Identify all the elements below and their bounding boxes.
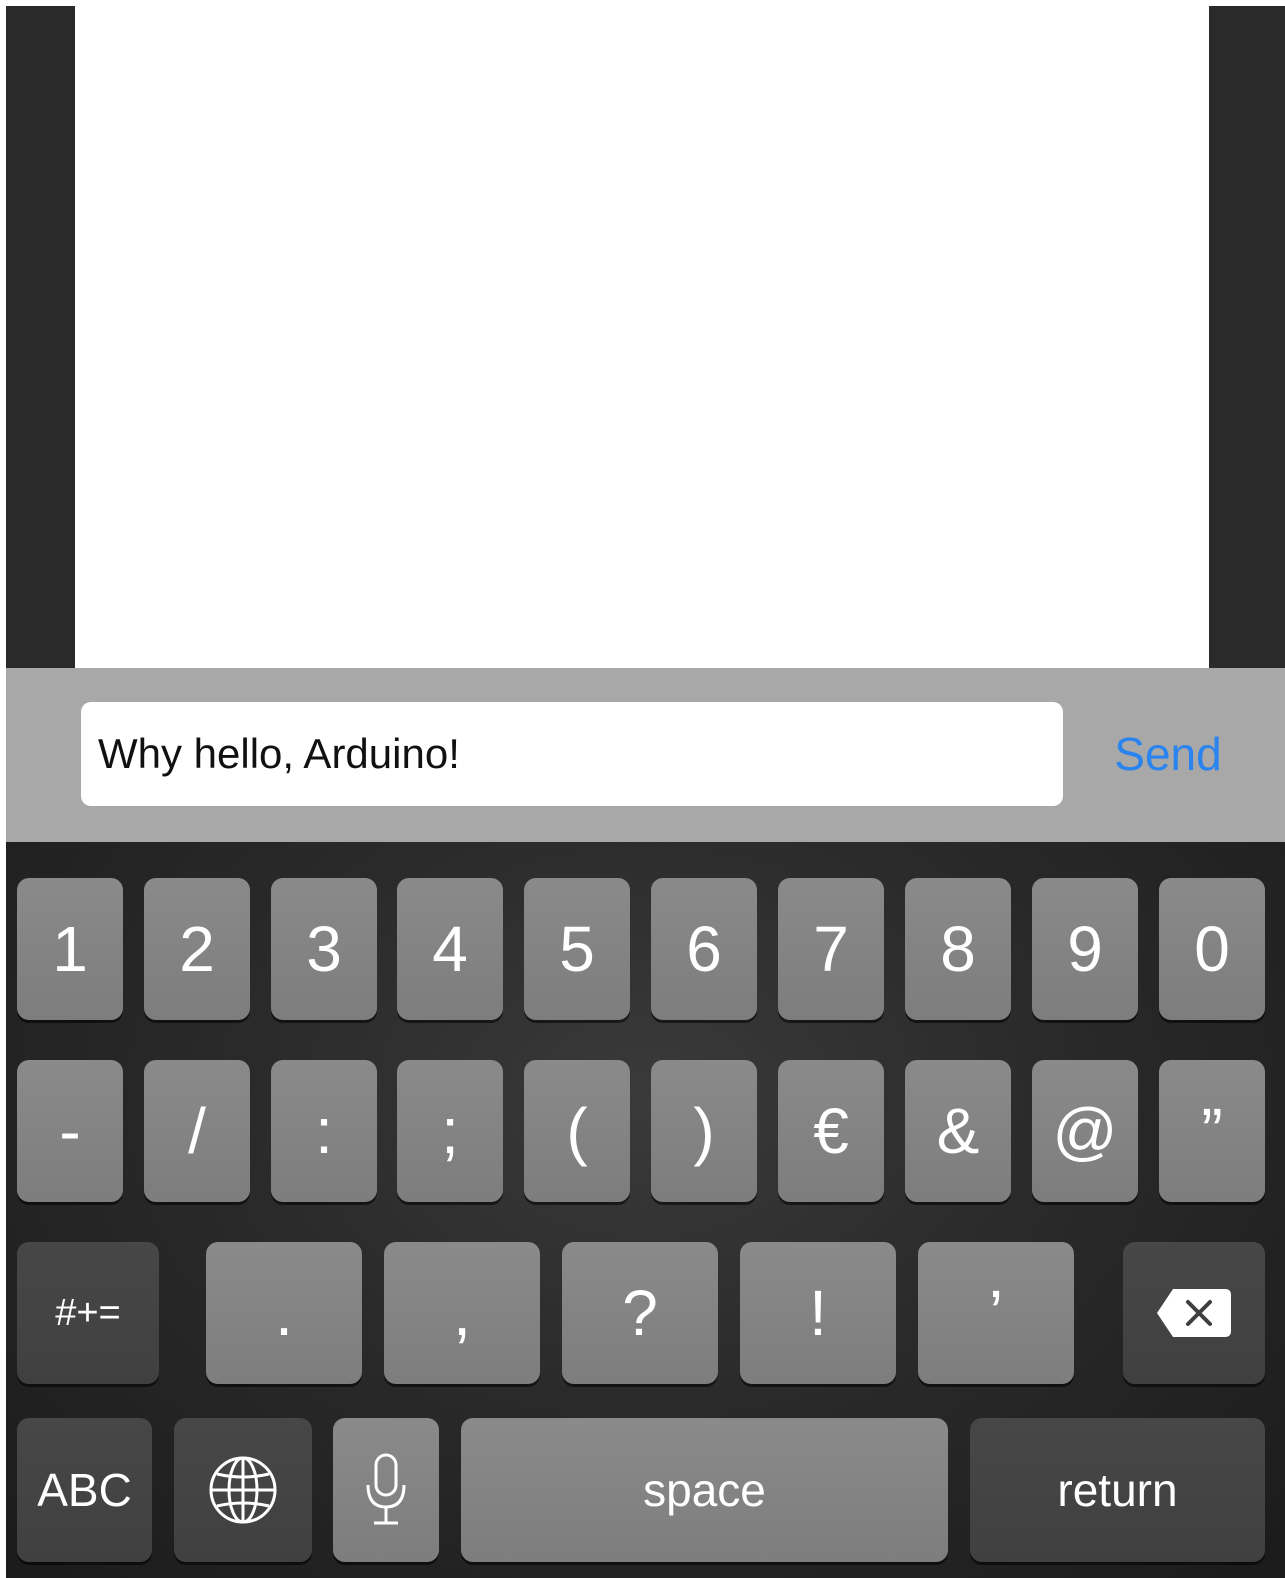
key-label: ’ [988,1277,1004,1349]
message-input-bar: Why hello, Arduino! Send [6,668,1285,842]
key-label: ” [1201,1095,1223,1167]
key-label: 8 [940,913,976,985]
key-3[interactable]: 3 [271,878,377,1020]
key-label: ) [693,1095,715,1167]
key-label: 1 [52,913,88,985]
delete-backspace-icon [1155,1287,1233,1339]
key-8[interactable]: 8 [905,878,1011,1020]
key-close-paren[interactable]: ) [651,1060,757,1202]
key-hyphen[interactable]: - [17,1060,123,1202]
microphone-key[interactable] [333,1418,439,1562]
key-label: 9 [1067,913,1103,985]
key-label: 7 [813,913,849,985]
globe-icon [207,1454,279,1526]
key-label: @ [1052,1095,1118,1167]
microphone-icon [364,1451,408,1529]
key-4[interactable]: 4 [397,878,503,1020]
key-6[interactable]: 6 [651,878,757,1020]
key-label: space [643,1464,766,1516]
key-label: 2 [179,913,215,985]
key-label: - [59,1095,81,1167]
key-5[interactable]: 5 [524,878,630,1020]
key-comma[interactable]: , [384,1242,540,1384]
key-apostrophe[interactable]: ’ [918,1242,1074,1384]
key-exclamation[interactable]: ! [740,1242,896,1384]
key-label: . [275,1277,293,1349]
key-colon[interactable]: : [271,1060,377,1202]
key-label: 3 [306,913,342,985]
key-label: #+= [55,1291,121,1334]
chat-content-area [75,6,1209,668]
key-period[interactable]: . [206,1242,362,1384]
key-0[interactable]: 0 [1159,878,1265,1020]
delete-key[interactable] [1123,1242,1265,1384]
key-9[interactable]: 9 [1032,878,1138,1020]
key-euro[interactable]: € [778,1060,884,1202]
key-label: € [813,1095,849,1167]
key-label: 5 [559,913,595,985]
key-label: return [1057,1464,1178,1516]
key-label: ; [441,1095,459,1167]
keyboard: 1 2 3 4 5 6 7 8 9 0 - / : ; ( ) € & @ ” … [6,842,1285,1578]
key-label: 6 [686,913,722,985]
space-key[interactable]: space [461,1418,948,1562]
key-label: : [315,1095,333,1167]
right-border [1209,6,1285,668]
globe-key[interactable] [174,1418,312,1562]
abc-key[interactable]: ABC [17,1418,152,1562]
key-open-paren[interactable]: ( [524,1060,630,1202]
symbols-toggle-key[interactable]: #+= [17,1242,159,1384]
key-slash[interactable]: / [144,1060,250,1202]
key-label: ? [622,1277,658,1349]
key-label: / [188,1095,206,1167]
key-label: 0 [1194,913,1230,985]
send-button[interactable]: Send [1102,724,1234,784]
key-label: , [453,1277,471,1349]
key-ampersand[interactable]: & [905,1060,1011,1202]
return-key[interactable]: return [970,1418,1265,1562]
key-label: ABC [37,1464,132,1516]
key-1[interactable]: 1 [17,878,123,1020]
key-label: 4 [432,913,468,985]
key-at[interactable]: @ [1032,1060,1138,1202]
key-label: & [936,1095,980,1167]
key-label: ( [566,1095,588,1167]
key-quote[interactable]: ” [1159,1060,1265,1202]
message-input[interactable]: Why hello, Arduino! [81,702,1063,806]
left-border [6,6,75,668]
key-semicolon[interactable]: ; [397,1060,503,1202]
key-question[interactable]: ? [562,1242,718,1384]
key-7[interactable]: 7 [778,878,884,1020]
key-label: ! [809,1277,827,1349]
key-2[interactable]: 2 [144,878,250,1020]
